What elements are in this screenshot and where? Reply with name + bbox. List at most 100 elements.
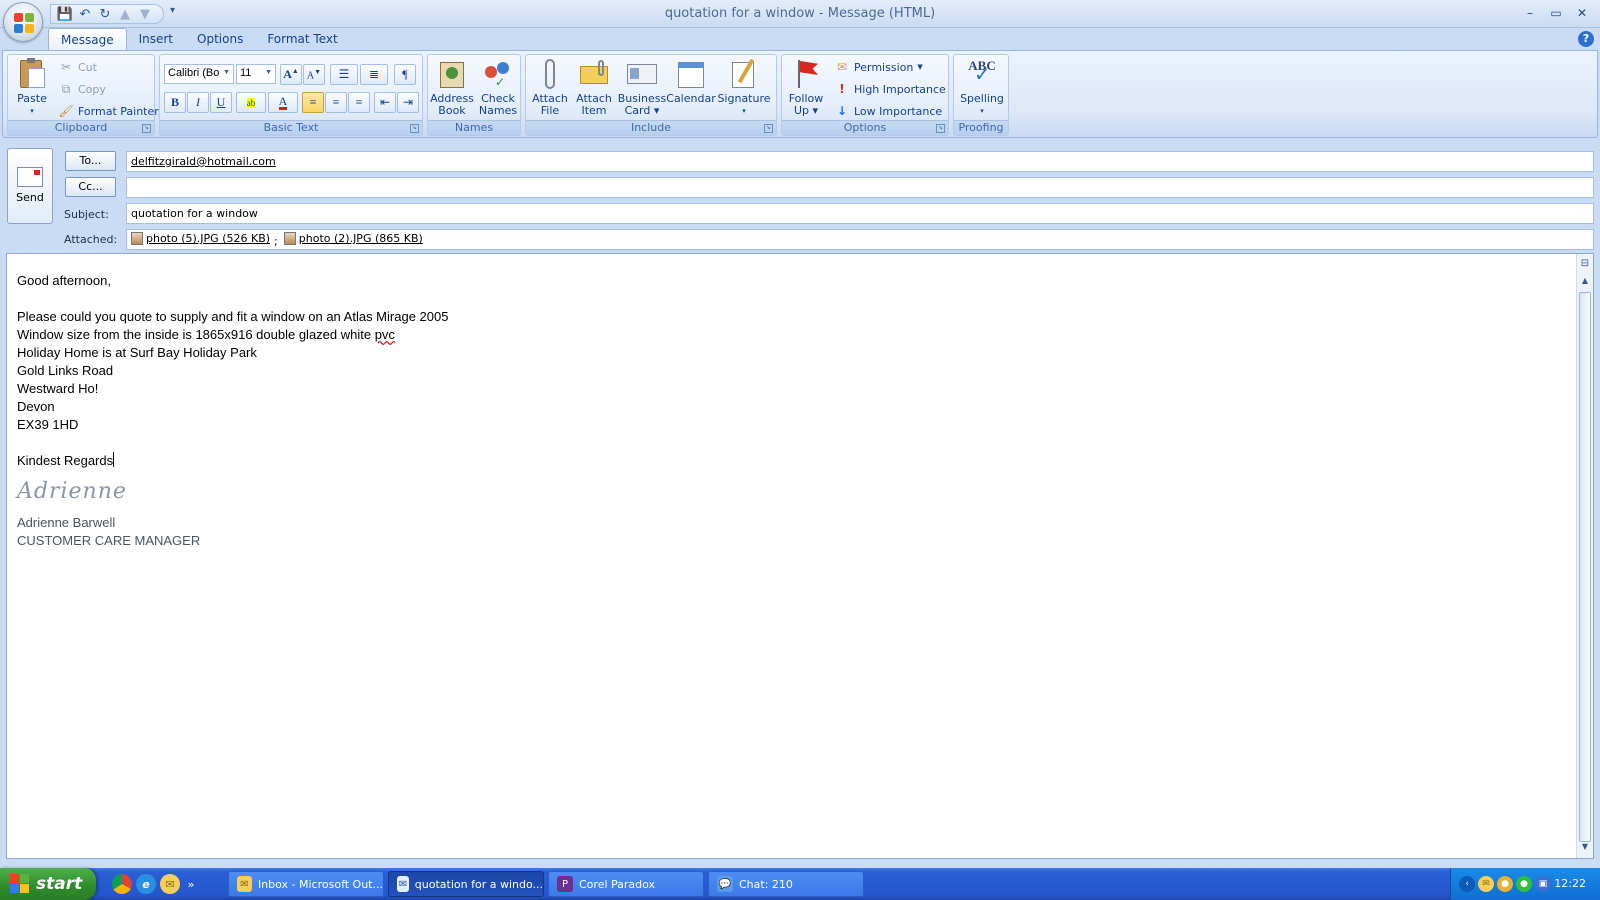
low-importance-button[interactable]: ↓ Low Importance: [834, 101, 942, 121]
check-names-button[interactable]: ✓ Check Names: [476, 58, 520, 117]
format-painter-button[interactable]: 🖌 Format Painter: [58, 101, 158, 121]
spelling-button[interactable]: ABC ✓ Spelling ▾: [956, 58, 1008, 117]
shrink-font-button[interactable]: A▼: [303, 64, 325, 85]
attach-item-button[interactable]: Attach Item: [572, 58, 616, 117]
underline-button[interactable]: U: [210, 92, 232, 113]
styles-button[interactable]: ¶: [394, 64, 416, 85]
scroll-up-icon[interactable]: ▲: [1577, 276, 1593, 290]
minimize-button[interactable]: –: [1518, 3, 1542, 23]
help-icon[interactable]: ?: [1578, 31, 1594, 47]
undo-icon[interactable]: ↶: [75, 5, 95, 23]
cut-button[interactable]: ✂ Cut: [58, 57, 97, 77]
scroll-down-icon[interactable]: ▼: [1577, 842, 1593, 856]
include-launcher-icon[interactable]: ↘: [764, 124, 773, 133]
paintbrush-icon: 🖌: [58, 104, 74, 118]
taskbar-item-corel-paradox[interactable]: P Corel Paradox: [548, 871, 704, 897]
message-body-editor[interactable]: Good afternoon, Please could you quote t…: [6, 253, 1594, 859]
follow-up-label-2: Up ▾: [793, 104, 819, 117]
close-button[interactable]: ✕: [1570, 3, 1594, 23]
office-button[interactable]: [3, 2, 43, 42]
window-controls: – ▭ ✕: [1518, 3, 1594, 23]
tray-network-icon[interactable]: ●: [1497, 876, 1513, 892]
options-launcher-icon[interactable]: ↘: [936, 124, 945, 133]
increase-indent-icon: ⇥: [402, 95, 414, 109]
highlight-button[interactable]: ab: [236, 92, 266, 113]
outlook-icon: ✉: [237, 876, 252, 892]
tab-message[interactable]: Message: [48, 28, 127, 50]
font-size-select[interactable]: 11 ▼: [236, 64, 276, 84]
font-name-select[interactable]: Calibri (Bo ▼: [164, 64, 234, 84]
basic-text-launcher-icon[interactable]: ↘: [410, 124, 419, 133]
copy-button[interactable]: ⧉ Copy: [58, 79, 106, 99]
calendar-button[interactable]: Calendar: [666, 58, 716, 105]
split-view-icon[interactable]: ⊟: [1577, 258, 1593, 272]
image-file-icon: [283, 232, 296, 245]
attachment-item[interactable]: photo (2).JPG (865 KB): [283, 232, 423, 245]
subject-field[interactable]: quotation for a window: [126, 203, 1594, 224]
outlook-icon[interactable]: ✉: [160, 874, 180, 894]
taskbar-item-chat[interactable]: 💬 Chat: 210: [708, 871, 864, 897]
permission-button[interactable]: ✉ Permission ▼: [834, 57, 923, 77]
internet-explorer-icon[interactable]: e: [136, 874, 156, 894]
to-button[interactable]: To...: [65, 151, 116, 171]
redo-icon[interactable]: ↻: [95, 5, 115, 23]
cc-field[interactable]: [126, 177, 1594, 198]
scrollbar-thumb[interactable]: [1579, 292, 1591, 842]
body-line: Devon: [17, 399, 55, 414]
address-book-button[interactable]: Address Book: [430, 58, 474, 117]
attach-file-button[interactable]: Attach File: [528, 58, 572, 117]
chrome-icon[interactable]: [112, 874, 132, 894]
save-icon[interactable]: 💾: [55, 5, 75, 23]
increase-indent-button[interactable]: ⇥: [397, 92, 419, 113]
quick-launch-more-icon[interactable]: »: [184, 874, 198, 894]
title-bar: quotation for a window - Message (HTML) …: [0, 0, 1600, 28]
align-center-button[interactable]: ≡: [325, 92, 347, 113]
taskbar-item-message[interactable]: ✉ quotation for a windo...: [388, 871, 544, 897]
previous-item-icon[interactable]: ▲: [115, 5, 135, 23]
to-field[interactable]: delfitzgirald@hotmail.com: [126, 151, 1594, 172]
tab-insert[interactable]: Insert: [127, 28, 185, 50]
italic-icon: I: [196, 95, 200, 109]
italic-button[interactable]: I: [187, 92, 209, 113]
basic-text-group-label: Basic Text: [160, 120, 422, 135]
send-button[interactable]: Send: [7, 148, 53, 224]
business-card-button[interactable]: Business Card ▾: [616, 58, 668, 117]
chat-icon: 💬: [717, 876, 733, 892]
numbering-button[interactable]: ≣: [360, 64, 388, 85]
chevron-down-icon: ▼: [917, 63, 923, 71]
spelling-label: Spelling: [960, 92, 1004, 105]
vertical-scrollbar[interactable]: ⊟ ▲ ▼: [1576, 254, 1593, 858]
bold-button[interactable]: B: [164, 92, 186, 113]
signature-button[interactable]: Signature ▾: [716, 58, 772, 117]
names-group: Address Book ✓ Check Names Names: [427, 54, 521, 136]
tray-outlook-icon[interactable]: ✉: [1478, 876, 1494, 892]
clipboard-launcher-icon[interactable]: ↘: [142, 124, 151, 133]
tray-status-icon[interactable]: ●: [1516, 876, 1532, 892]
align-right-button[interactable]: ≡: [348, 92, 370, 113]
bullets-button[interactable]: ☰: [330, 64, 358, 85]
window-title: quotation for a window - Message (HTML): [664, 6, 936, 21]
attachments-field[interactable]: photo (5).JPG (526 KB) ; photo (2).JPG (…: [126, 229, 1594, 250]
align-left-button[interactable]: ≡: [302, 92, 324, 113]
office-logo-icon: [14, 13, 34, 33]
tray-display-icon[interactable]: ▣: [1535, 876, 1551, 892]
high-importance-button[interactable]: ! High Importance: [834, 79, 946, 99]
customize-qat-icon[interactable]: ▾: [170, 5, 175, 16]
next-item-icon[interactable]: ▼: [135, 5, 155, 23]
attachment-label: photo (2).JPG (865 KB): [298, 232, 423, 245]
attachment-item[interactable]: photo (5).JPG (526 KB): [131, 232, 270, 245]
font-color-button[interactable]: A: [268, 92, 298, 113]
tab-format-text[interactable]: Format Text: [255, 28, 349, 50]
follow-up-button[interactable]: Follow Up ▾: [784, 58, 828, 117]
tray-expand-icon[interactable]: ‹: [1459, 876, 1475, 892]
cc-button[interactable]: Cc...: [65, 177, 116, 197]
grow-font-icon: A▲: [283, 67, 299, 81]
paste-button[interactable]: Paste ▾: [12, 58, 52, 117]
decrease-indent-button[interactable]: ⇤: [374, 92, 396, 113]
maximize-button[interactable]: ▭: [1544, 3, 1568, 23]
taskbar-item-inbox[interactable]: ✉ Inbox - Microsoft Out...: [228, 871, 384, 897]
misspelled-word[interactable]: pvc: [375, 327, 395, 342]
start-button[interactable]: start: [0, 868, 96, 900]
tab-options[interactable]: Options: [185, 28, 255, 50]
grow-font-button[interactable]: A▲: [280, 64, 302, 85]
